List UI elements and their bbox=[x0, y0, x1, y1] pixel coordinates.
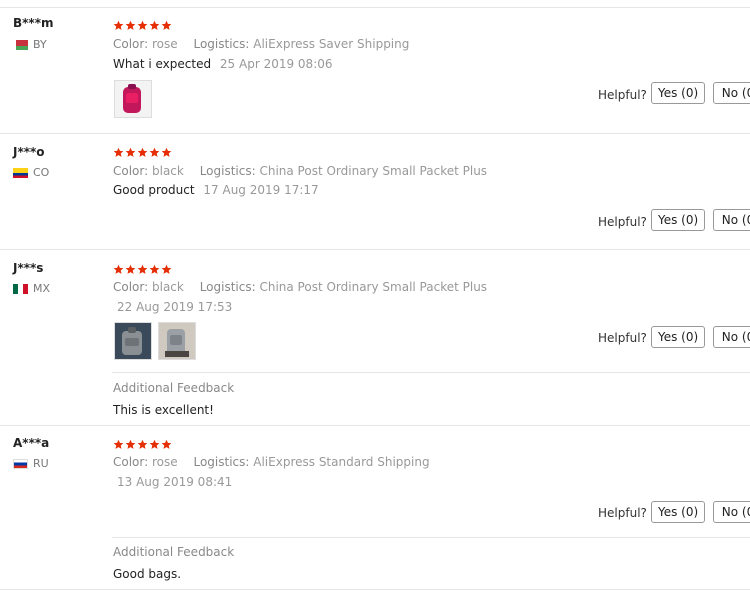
review-meta: Color: black Logistics: China Post Ordin… bbox=[113, 280, 499, 294]
star-icon bbox=[113, 439, 124, 449]
helpful-label: Helpful? bbox=[598, 88, 647, 102]
russia-flag-icon bbox=[13, 458, 28, 469]
logistics-label: Logistics: bbox=[193, 37, 250, 51]
helpful-label: Helpful? bbox=[598, 215, 647, 229]
review-meta: Color: rose Logistics: AliExpress Saver … bbox=[113, 37, 421, 51]
color-label: Color: bbox=[113, 455, 149, 469]
feedback-divider bbox=[112, 537, 750, 538]
belarus-flag-icon bbox=[13, 39, 28, 50]
star-icon bbox=[125, 147, 136, 157]
star-icon bbox=[137, 147, 148, 157]
vote-yes-button[interactable]: Yes (0) bbox=[651, 82, 705, 104]
star-rating bbox=[113, 20, 172, 31]
star-icon bbox=[113, 20, 124, 30]
vote-no-button[interactable]: No (0 bbox=[713, 82, 750, 104]
reviewer-country: BY bbox=[13, 38, 47, 51]
review-photo[interactable] bbox=[114, 80, 152, 118]
review-date: 22 Aug 2019 17:53 bbox=[117, 300, 233, 314]
color-label: Color: bbox=[113, 164, 149, 178]
logistics-label: Logistics: bbox=[199, 164, 256, 178]
star-rating bbox=[113, 147, 172, 158]
colombia-flag-icon bbox=[13, 167, 28, 178]
logistics-label: Logistics: bbox=[199, 280, 256, 294]
star-icon bbox=[161, 20, 172, 30]
color-value: black bbox=[152, 164, 184, 178]
review-divider bbox=[0, 133, 750, 134]
reviewer-country: CO bbox=[13, 166, 49, 179]
color-value: rose bbox=[152, 455, 178, 469]
star-icon bbox=[149, 147, 160, 157]
star-rating bbox=[113, 264, 172, 275]
star-icon bbox=[125, 264, 136, 274]
vote-yes-button[interactable]: Yes (0) bbox=[651, 326, 705, 348]
reviewer-name: A***a bbox=[13, 436, 50, 450]
color-label: Color: bbox=[113, 37, 149, 51]
additional-feedback-title: Additional Feedback bbox=[113, 545, 235, 559]
logistics-label: Logistics: bbox=[193, 455, 250, 469]
vote-no-button[interactable]: No (0 bbox=[713, 326, 750, 348]
reviewer-name: B***m bbox=[13, 16, 54, 30]
vote-yes-button[interactable]: Yes (0) bbox=[651, 209, 705, 231]
reviewer-name: J***o bbox=[13, 145, 45, 159]
additional-feedback-text: Good bags. bbox=[113, 567, 182, 581]
star-icon bbox=[161, 147, 172, 157]
review-photo[interactable] bbox=[158, 322, 196, 360]
review-content: Good product 17 Aug 2019 17:17 bbox=[113, 183, 319, 197]
gray-bag-photo-icon bbox=[115, 323, 151, 359]
review-divider bbox=[0, 249, 750, 250]
logistics-value: AliExpress Saver Shipping bbox=[253, 37, 410, 51]
review-text: Good product bbox=[113, 183, 195, 197]
helpful-label: Helpful? bbox=[598, 506, 647, 520]
gray-bag-photo-icon bbox=[159, 323, 195, 359]
star-icon bbox=[149, 264, 160, 274]
country-code: CO bbox=[33, 166, 50, 179]
review-text: What i expected bbox=[113, 57, 212, 71]
star-icon bbox=[113, 264, 124, 274]
review-date: 25 Apr 2019 08:06 bbox=[219, 57, 333, 71]
review-date: 13 Aug 2019 08:41 bbox=[117, 475, 233, 489]
additional-feedback-text: This is excellent! bbox=[113, 403, 214, 417]
review-meta: Color: black Logistics: China Post Ordin… bbox=[113, 164, 499, 178]
country-code: RU bbox=[33, 457, 49, 470]
vote-no-button[interactable]: No (0 bbox=[713, 501, 750, 523]
logistics-value: China Post Ordinary Small Packet Plus bbox=[259, 280, 488, 294]
star-icon bbox=[149, 20, 160, 30]
color-label: Color: bbox=[113, 280, 149, 294]
star-icon bbox=[113, 147, 124, 157]
review-meta: Color: rose Logistics: AliExpress Standa… bbox=[113, 455, 442, 469]
country-code: BY bbox=[33, 38, 47, 51]
reviewer-country: RU bbox=[13, 457, 49, 470]
star-icon bbox=[149, 439, 160, 449]
pink-bag-photo-icon bbox=[115, 81, 151, 117]
vote-no-button[interactable]: No (0 bbox=[713, 209, 750, 231]
reviewer-country: MX bbox=[13, 282, 50, 295]
star-rating bbox=[113, 439, 172, 450]
star-icon bbox=[161, 264, 172, 274]
review-divider bbox=[0, 425, 750, 426]
color-value: rose bbox=[152, 37, 178, 51]
star-icon bbox=[137, 20, 148, 30]
review-photo[interactable] bbox=[114, 322, 152, 360]
reviewer-name: J***s bbox=[13, 261, 44, 275]
logistics-value: AliExpress Standard Shipping bbox=[253, 455, 430, 469]
review-content: What i expected 25 Apr 2019 08:06 bbox=[113, 57, 333, 71]
star-icon bbox=[125, 439, 136, 449]
star-icon bbox=[125, 20, 136, 30]
review-date: 17 Aug 2019 17:17 bbox=[203, 183, 319, 197]
country-code: MX bbox=[33, 282, 51, 295]
feedback-divider bbox=[112, 372, 750, 373]
color-value: black bbox=[152, 280, 184, 294]
review-divider bbox=[0, 7, 750, 8]
star-icon bbox=[161, 439, 172, 449]
mexico-flag-icon bbox=[13, 283, 28, 294]
vote-yes-button[interactable]: Yes (0) bbox=[651, 501, 705, 523]
additional-feedback-title: Additional Feedback bbox=[113, 381, 235, 395]
logistics-value: China Post Ordinary Small Packet Plus bbox=[259, 164, 488, 178]
star-icon bbox=[137, 264, 148, 274]
helpful-label: Helpful? bbox=[598, 331, 647, 345]
star-icon bbox=[137, 439, 148, 449]
